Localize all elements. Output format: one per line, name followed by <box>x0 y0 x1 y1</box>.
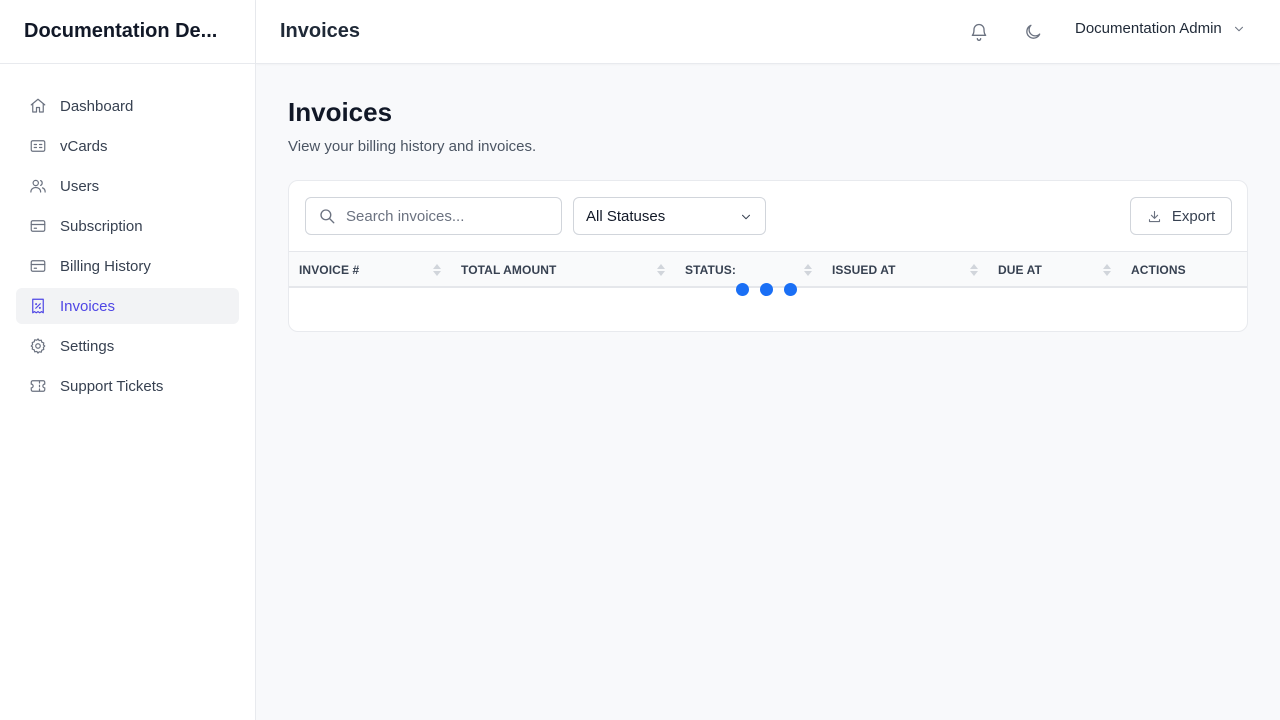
gear-icon <box>28 336 48 356</box>
sidebar-item-label: Subscription <box>60 217 143 235</box>
status-filter-value: All Statuses <box>586 207 666 225</box>
sidebar-item-settings[interactable]: Settings <box>16 328 239 364</box>
sort-icon[interactable] <box>432 262 442 278</box>
sidebar-item-label: Users <box>60 177 100 195</box>
page-title: Invoices <box>288 97 393 127</box>
sort-icon[interactable] <box>656 262 666 278</box>
loading-dot <box>760 283 773 296</box>
sidebar: Documentation De... Dashboard vCards Use… <box>0 0 256 720</box>
table-toolbar: All Statuses Export <box>289 181 1247 251</box>
sidebar-item-label: Settings <box>60 337 115 355</box>
sort-icon[interactable] <box>1102 262 1112 278</box>
ticket-icon <box>28 376 48 396</box>
column-header-label: DUE AT <box>998 262 1042 277</box>
sidebar-item-label: Invoices <box>60 297 116 315</box>
users-icon <box>28 176 48 196</box>
home-icon <box>28 96 48 116</box>
column-header-label: ISSUED AT <box>832 262 896 277</box>
sidebar-item-label: vCards <box>60 137 108 155</box>
loading-dot <box>736 283 749 296</box>
sidebar-item-billing-history[interactable]: Billing History <box>16 248 239 284</box>
sort-icon[interactable] <box>803 262 813 278</box>
column-header-status[interactable]: STATUS: <box>685 252 736 287</box>
sort-icon[interactable] <box>969 262 979 278</box>
column-header-label: ACTIONS <box>1131 262 1186 277</box>
search-input[interactable] <box>346 207 546 225</box>
receipt-percent-icon <box>28 296 48 316</box>
header-title: Invoices <box>280 20 361 42</box>
sidebar-item-label: Support Tickets <box>60 377 164 395</box>
user-menu[interactable]: Documentation Admin <box>1075 20 1246 37</box>
sidebar-item-label: Billing History <box>60 257 151 275</box>
search-box[interactable] <box>305 197 562 235</box>
sidebar-item-label: Dashboard <box>60 97 134 115</box>
page-subtitle: View your billing history and invoices. <box>288 138 537 155</box>
top-bar: Invoices Documentation Admin <box>256 0 1280 64</box>
sidebar-item-dashboard[interactable]: Dashboard <box>16 88 239 124</box>
brand[interactable]: Documentation De... <box>0 0 255 64</box>
brand-name: Documentation De... <box>24 20 218 42</box>
export-label: Export <box>1171 207 1216 225</box>
credit-card-icon <box>28 216 48 236</box>
download-icon <box>1148 210 1160 222</box>
column-header-label: INVOICE # <box>299 262 360 277</box>
id-card-icon <box>28 136 48 156</box>
moon-icon <box>1026 24 1041 39</box>
status-filter-select[interactable]: All Statuses <box>573 197 766 235</box>
user-name: Documentation Admin <box>1075 20 1222 37</box>
sidebar-item-subscription[interactable]: Subscription <box>16 208 239 244</box>
column-header-issued-at[interactable]: ISSUED AT <box>832 252 896 287</box>
sidebar-item-vcards[interactable]: vCards <box>16 128 239 164</box>
chevron-down-icon <box>741 214 751 220</box>
search-icon <box>320 209 335 224</box>
column-header-due-at[interactable]: DUE AT <box>998 252 1042 287</box>
sidebar-item-users[interactable]: Users <box>16 168 239 204</box>
notifications-button[interactable] <box>961 14 997 50</box>
bell-icon <box>971 23 987 41</box>
export-button[interactable]: Export <box>1130 197 1232 235</box>
credit-card-icon <box>28 256 48 276</box>
theme-toggle-button[interactable] <box>1015 14 1051 50</box>
column-header-label: TOTAL AMOUNT <box>461 262 557 277</box>
invoices-card: All Statuses Export INVOICE # TOTAL AMOU… <box>288 180 1248 332</box>
column-header-invoice-number[interactable]: INVOICE # <box>299 252 359 287</box>
loading-spinner <box>736 283 800 297</box>
chevron-down-icon <box>1234 26 1243 31</box>
sidebar-nav: Dashboard vCards Users Subscription Bill… <box>0 64 255 432</box>
column-header-actions: ACTIONS <box>1131 252 1186 287</box>
column-header-label: STATUS: <box>685 262 736 277</box>
column-header-total-amount[interactable]: TOTAL AMOUNT <box>461 252 556 287</box>
page-header: Invoices View your billing history and i… <box>288 96 1248 155</box>
sidebar-item-invoices[interactable]: Invoices <box>16 288 239 324</box>
sidebar-item-support-tickets[interactable]: Support Tickets <box>16 368 239 404</box>
loading-dot <box>784 283 797 296</box>
